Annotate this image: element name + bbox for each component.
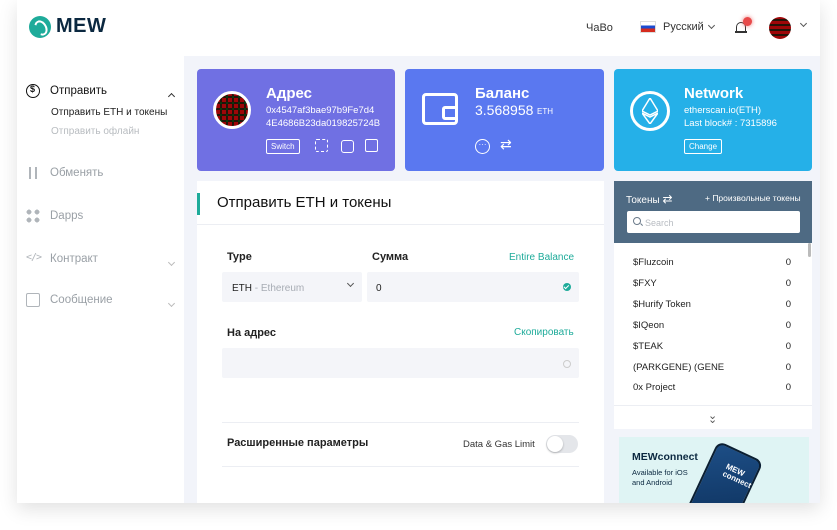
address-line1: 0x4547af3bae97b9Fe7d4 — [266, 105, 375, 116]
balance-title: Баланс — [475, 85, 530, 102]
amount-input-value: 0 — [376, 283, 382, 294]
more-options-icon[interactable]: ··· — [475, 139, 490, 154]
send-panel — [197, 181, 604, 503]
ethereum-icon — [630, 91, 670, 131]
sidebar-item-dapps[interactable]: Dapps — [26, 209, 83, 223]
notification-dot — [743, 17, 752, 26]
mew-logo-icon — [29, 15, 51, 38]
address-line2: 4E4686B23da019825724B — [266, 118, 381, 129]
header: MEW ЧаВо Русский — [17, 0, 820, 56]
copy-icon[interactable] — [365, 139, 378, 152]
send-icon — [26, 84, 40, 98]
print-icon[interactable] — [341, 140, 354, 153]
entire-balance-link[interactable]: Entire Balance — [509, 252, 574, 263]
page-title: Отправить ETH и токены — [197, 193, 391, 215]
sidebar-item-label: Контракт — [50, 253, 98, 265]
amount-label: Сумма — [372, 251, 409, 263]
token-row: $FXY 0 — [633, 278, 791, 289]
wallet-icon — [422, 93, 458, 125]
amount-input[interactable]: 0 — [367, 272, 579, 302]
token-row: (PARKGENE) (GENE 0 — [633, 362, 791, 373]
phone-text: MEW connect — [721, 461, 753, 491]
sidebar-item-label: Обменять — [50, 167, 104, 179]
promo-title: MEWconnect — [632, 451, 698, 463]
account-chevron-down-icon[interactable] — [799, 19, 808, 28]
type-select-value: ETH - Ethereum — [232, 283, 305, 294]
network-line2: Last block# : 7315896 — [684, 118, 777, 129]
validation-status-icon — [563, 360, 571, 368]
mewconnect-promo[interactable]: MEWconnect Available for iOS and Android… — [619, 437, 809, 503]
network-line1: etherscan.io(ETH) — [684, 105, 762, 116]
sidebar-item-label: Отправить — [50, 85, 108, 97]
message-icon — [26, 293, 40, 307]
address-avatar — [213, 91, 251, 129]
dapps-icon — [26, 209, 40, 223]
balance-value: 3.568958 — [475, 102, 534, 118]
balance-card: Баланс 3.568958 ETH ··· ⇄ — [405, 69, 604, 171]
sidebar-item-send[interactable]: Отправить — [26, 84, 107, 98]
type-select[interactable]: ETH - Ethereum — [222, 272, 362, 302]
token-row: $TEAK 0 — [633, 341, 791, 352]
sidebar-item-swap[interactable]: Обменять — [26, 166, 103, 180]
divider — [222, 422, 579, 423]
sidebar-item-label: Dapps — [50, 210, 84, 222]
tokens-title: Токены ⇄ — [626, 192, 673, 206]
tokens-scrollbar[interactable] — [808, 243, 811, 257]
refresh-swap-icon[interactable]: ⇄ — [500, 136, 512, 153]
copy-address-link[interactable]: Скопировать — [514, 327, 574, 338]
valid-check-icon — [563, 283, 571, 291]
chevron-down-icon — [707, 21, 715, 30]
language-selector[interactable]: Русский — [640, 21, 715, 33]
account-avatar[interactable] — [769, 17, 791, 39]
to-address-input[interactable] — [222, 348, 579, 378]
balance-unit: ETH — [537, 107, 553, 116]
code-icon: </> — [26, 252, 42, 263]
chevron-down-icon — [346, 279, 355, 288]
network-card: Network etherscan.io(ETH) Last block# : … — [614, 69, 812, 171]
sidebar-item-contract[interactable]: </> Контракт — [26, 252, 98, 266]
token-row: $Fluzcoin 0 — [633, 257, 791, 268]
russia-flag-icon — [640, 21, 656, 33]
search-icon — [633, 217, 641, 225]
show-more-tokens[interactable]: ⌄ ⌄ — [614, 405, 812, 429]
expand-chevron-icon[interactable] — [164, 293, 176, 311]
token-row: $Hurify Token 0 — [633, 299, 791, 310]
custom-tokens-link[interactable]: + Произвольные токены — [705, 193, 801, 203]
network-title: Network — [684, 85, 744, 102]
refresh-icon[interactable]: ⇄ — [662, 192, 672, 206]
sidebar-subitem-send-eth[interactable]: Отправить ETH и токены — [51, 107, 167, 118]
language-label: Русский — [663, 21, 704, 33]
qr-code-icon[interactable] — [315, 139, 328, 152]
swap-icon — [26, 166, 40, 180]
faq-link[interactable]: ЧаВо — [586, 22, 613, 34]
collapse-chevron-icon[interactable] — [164, 86, 176, 104]
address-card: Адрес 0x4547af3bae97b9Fe7d4 4E4686B23da0… — [197, 69, 395, 171]
mew-logo[interactable]: MEW — [29, 15, 106, 38]
notification-bell-icon[interactable] — [735, 17, 752, 34]
data-gas-limit-label: Data & Gas Limit — [463, 439, 535, 450]
brand-name: MEW — [56, 15, 107, 37]
sidebar-item-message[interactable]: Сообщение — [26, 293, 113, 307]
type-label: Type — [227, 251, 252, 263]
expand-chevron-icon[interactable] — [164, 252, 176, 270]
sidebar-item-label: Сообщение — [50, 294, 113, 306]
sidebar-subitem-send-offline[interactable]: Отправить офлайн — [51, 126, 139, 137]
data-gas-limit-toggle[interactable] — [546, 435, 578, 453]
sidebar: Отправить Отправить ETH и токены Отправи… — [17, 56, 184, 503]
switch-button[interactable]: Switch — [266, 139, 300, 154]
promo-subtitle: Available for iOS and Android — [632, 468, 688, 487]
token-search-placeholder: Search — [645, 218, 674, 228]
to-address-label: На адрес — [227, 327, 277, 339]
token-row: 0x Project 0 — [633, 382, 791, 393]
address-title: Адрес — [266, 85, 313, 102]
divider — [197, 224, 604, 225]
divider — [222, 466, 579, 467]
token-row: $IQeon 0 — [633, 320, 791, 331]
change-network-button[interactable]: Change — [684, 139, 723, 154]
advanced-options-label: Расширенные параметры — [227, 437, 369, 449]
